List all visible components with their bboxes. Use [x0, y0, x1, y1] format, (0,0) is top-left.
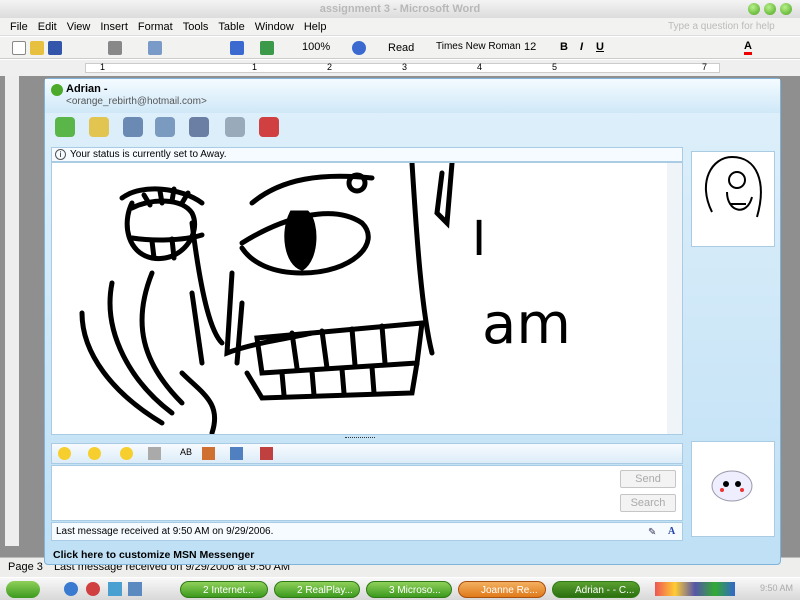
zoom-select[interactable]: 100% — [302, 41, 330, 53]
message-scrollbar[interactable] — [667, 163, 682, 434]
activities-icon[interactable] — [189, 117, 209, 137]
new-icon[interactable] — [12, 41, 26, 55]
italic-button[interactable]: I — [580, 41, 583, 53]
gift-icon[interactable] — [260, 447, 273, 460]
resize-splitter[interactable] — [345, 437, 375, 440]
bold-button[interactable]: B — [560, 41, 568, 53]
contact-email: <orange_rebirth@hotmail.com> — [66, 96, 207, 107]
contact-name: Adrian - — [66, 83, 108, 95]
send-button[interactable]: Send — [620, 470, 676, 488]
task-internet[interactable]: 2 Internet... — [180, 581, 268, 598]
clock: 9:50 AM — [760, 583, 794, 593]
handwriting-icon[interactable]: ✎ — [648, 524, 656, 541]
buddy-icon — [51, 84, 63, 96]
formatting-toolbar: 100% Read Times New Roman 12 B I U A — [0, 37, 800, 59]
system-tray-icons[interactable] — [655, 582, 735, 596]
vertical-ruler — [5, 76, 19, 546]
pen-icon[interactable] — [202, 447, 215, 460]
taskbar: 2 Internet... 2 RealPlay... 3 Microso...… — [0, 578, 800, 600]
contact-display-picture[interactable] — [691, 151, 775, 247]
info-icon: i — [55, 149, 66, 160]
font-icon[interactable]: AB — [180, 447, 192, 457]
call-icon[interactable] — [155, 117, 175, 137]
font-select[interactable]: Times New Roman — [436, 41, 521, 52]
block-icon[interactable] — [259, 117, 279, 137]
window-title: assignment 3 - Microsoft Word — [319, 3, 481, 15]
messenger-icon[interactable] — [108, 582, 122, 596]
font-color-button[interactable]: A — [744, 40, 752, 55]
menu-table[interactable]: Table — [218, 18, 244, 36]
help-search-input[interactable]: Type a question for help — [668, 21, 775, 32]
hyperlink-icon[interactable] — [260, 41, 274, 55]
word-title-bar: assignment 3 - Microsoft Word — [0, 0, 800, 18]
menu-window[interactable]: Window — [255, 18, 294, 36]
emoticon-toolbar: AB — [51, 443, 683, 464]
open-icon[interactable] — [30, 41, 44, 55]
search-button[interactable]: Search — [620, 494, 676, 512]
drawing-text-i: I — [472, 211, 486, 267]
wink-icon[interactable] — [88, 447, 101, 460]
menu-view[interactable]: View — [67, 18, 91, 36]
drawing-text-am: am — [482, 292, 571, 357]
menu-file[interactable]: File — [10, 18, 28, 36]
horizontal-ruler[interactable]: 1 1 2 3 4 5 7 — [0, 60, 800, 76]
close-button[interactable] — [780, 3, 792, 15]
menu-insert[interactable]: Insert — [100, 18, 128, 36]
menu-tools[interactable]: Tools — [183, 18, 209, 36]
background-icon[interactable] — [230, 447, 243, 460]
underline-button[interactable]: U — [596, 41, 604, 53]
webcam-icon[interactable] — [123, 117, 143, 137]
message-input[interactable]: Send Search — [51, 465, 683, 521]
help-icon[interactable] — [352, 41, 366, 55]
handwritten-drawing: I am — [79, 160, 571, 436]
invite-icon[interactable] — [55, 117, 75, 137]
outlook-icon[interactable] — [128, 582, 142, 596]
task-realplayer[interactable]: 2 RealPlay... — [274, 581, 360, 598]
menu-format[interactable]: Format — [138, 18, 173, 36]
games-icon[interactable] — [225, 117, 245, 137]
send-files-icon[interactable] — [89, 117, 109, 137]
nudge-icon[interactable] — [120, 447, 133, 460]
quick-launch-icon[interactable] — [86, 582, 100, 596]
menu-bar: File Edit View Insert Format Tools Table Window… — [0, 18, 800, 36]
task-microsoft-word[interactable]: 3 Microso... — [366, 581, 452, 598]
undo-icon[interactable] — [230, 41, 244, 55]
last-message-status: Last message received at 9:50 AM on 9/29… — [51, 522, 683, 541]
ink-drawing-message: I am — [51, 160, 683, 436]
maximize-button[interactable] — [764, 3, 776, 15]
my-display-picture[interactable] — [691, 441, 775, 537]
task-joanne[interactable]: Joanne Re... — [458, 581, 546, 598]
emoticon-icon[interactable] — [58, 447, 71, 460]
text-mode-icon[interactable]: A — [668, 523, 675, 540]
internet-explorer-icon[interactable] — [64, 582, 78, 596]
start-button[interactable] — [6, 581, 40, 598]
spelling-icon[interactable] — [148, 41, 162, 55]
msn-conversation-window: Adrian - <orange_rebirth@hotmail.com> iY… — [44, 78, 781, 565]
menu-edit[interactable]: Edit — [38, 18, 57, 36]
minimize-button[interactable] — [748, 3, 760, 15]
print-icon[interactable] — [108, 41, 122, 55]
customize-link[interactable]: Click here to customize MSN Messenger — [53, 549, 254, 561]
status-notice: i Your status is currently set to Away. — [51, 147, 683, 162]
font-size-select[interactable]: 12 — [524, 41, 536, 53]
read-button[interactable]: Read — [388, 42, 414, 54]
conversation-header: Adrian - <orange_rebirth@hotmail.com> — [45, 79, 780, 113]
menu-help[interactable]: Help — [304, 18, 327, 36]
save-icon[interactable] — [48, 41, 62, 55]
voice-clip-icon[interactable] — [148, 447, 161, 460]
task-adrian[interactable]: Adrian - - C... — [552, 581, 640, 598]
